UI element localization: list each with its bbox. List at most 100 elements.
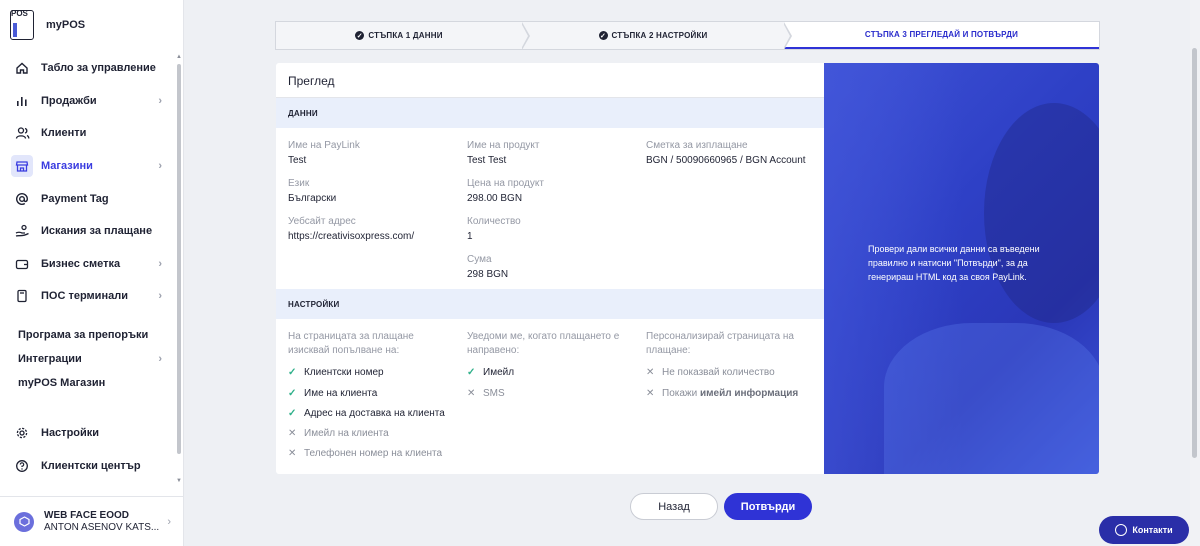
chevron-right-icon: ›: [158, 290, 162, 303]
company-avatar-icon: [14, 511, 34, 532]
option-client-phone: ✕ Телефонен номер на клиента: [288, 448, 443, 459]
step-review[interactable]: СТЪПКА 3 ПРЕГЛЕДАЙ И ПОТВЪРДИ: [784, 22, 1099, 49]
option-client-name: ✓ Име на клиента: [288, 388, 378, 399]
users-icon: [14, 125, 30, 141]
sidebar-nav: Табло за управление Продажби › Клиенти М…: [0, 52, 176, 482]
company-name: WEB FACE EOOD: [44, 509, 130, 521]
sidebar-scrollbar[interactable]: [177, 64, 181, 454]
option-client-email: ✕ Имейл на клиента: [288, 428, 389, 439]
sidebar-item-clients[interactable]: Клиенти: [0, 117, 176, 150]
sidebar-item-business-account[interactable]: Бизнес сметка ›: [0, 248, 176, 281]
scroll-down-icon[interactable]: ▼: [176, 478, 182, 484]
step-label: СТЪПКА 2 НАСТРОЙКИ: [611, 31, 708, 40]
sidebar-item-label: Клиенти: [41, 127, 87, 140]
check-icon: ✓: [288, 367, 297, 378]
chevron-right-icon: ›: [158, 352, 162, 365]
chat-icon: [1115, 524, 1128, 536]
wallet-icon: [14, 256, 30, 272]
sidebar-item-label: Бизнес сметка: [41, 257, 121, 270]
review-title: Преглед: [288, 74, 335, 88]
option-notify-sms: ✕ SMS: [467, 388, 505, 399]
sidebar-item-label: Payment Tag: [41, 192, 109, 205]
back-button[interactable]: Назад: [630, 493, 718, 520]
terminal-icon: [14, 288, 30, 304]
chevron-right-icon: ›: [158, 257, 162, 270]
sidebar-item-label: Програма за препоръки: [18, 328, 149, 341]
option-client-number: ✓ Клиентски номер: [288, 367, 384, 378]
brand[interactable]: POS myPOS: [10, 9, 86, 40]
field-website: Уебсайт адрес https://creativisoxpress.c…: [288, 216, 415, 242]
gear-icon: [14, 425, 30, 441]
at-sign-icon: [14, 191, 30, 207]
close-icon: ✕: [467, 388, 476, 399]
sidebar-item-sales[interactable]: Продажби ›: [0, 85, 176, 118]
sidebar-item-settings[interactable]: Настройки: [0, 417, 176, 450]
sidebar-item-label: myPOS Магазин: [18, 376, 106, 389]
contacts-label: Контакти: [1132, 525, 1173, 535]
sidebar-item-mypos-store[interactable]: myPOS Магазин: [0, 371, 176, 395]
sidebar-item-label: Клиентски център: [41, 459, 141, 472]
sidebar-item-help-center[interactable]: Клиентски център: [0, 449, 176, 482]
field-quantity: Количество 1: [467, 216, 521, 242]
sidebar-item-label: Интеграции: [18, 352, 82, 365]
sidebar-item-label: Настройки: [41, 427, 100, 440]
close-icon: ✕: [288, 428, 297, 439]
sidebar-item-referral[interactable]: Програма за препоръки: [0, 323, 176, 347]
sidebar-item-pos-terminals[interactable]: ПОС терминали ›: [0, 280, 176, 313]
option-show-email-info: ✕ Покажи имейл информация: [646, 388, 799, 399]
required-fields-heading: На страницата за плащане изисквай попълв…: [288, 331, 414, 356]
close-icon: ✕: [646, 367, 655, 378]
sidebar-item-label: Продажби: [41, 94, 97, 107]
field-payment-account: Сметка за изплащане BGN / 50090660965 / …: [646, 140, 806, 166]
check-circle-icon: ✓: [355, 31, 365, 40]
wizard-stepper: ✓ СТЪПКА 1 ДАННИ ✓ СТЪПКА 2 НАСТРОЙКИ СТ…: [275, 21, 1100, 50]
brand-name: myPOS: [46, 19, 86, 31]
option-hide-quantity: ✕ Не показвай количество: [646, 367, 775, 378]
confirm-button[interactable]: Потвърди: [724, 493, 812, 520]
store-icon: [11, 155, 33, 178]
field-language: Език Български: [288, 178, 337, 204]
chevron-right-icon: ›: [167, 515, 171, 528]
field-product-price: Цена на продукт 298.00 BGN: [467, 178, 544, 204]
check-icon: ✓: [288, 388, 297, 399]
close-icon: ✕: [646, 388, 655, 399]
sidebar-item-dashboard[interactable]: Табло за управление: [0, 52, 176, 85]
contacts-button[interactable]: Контакти: [1099, 516, 1189, 544]
data-section-header: ДАННИ: [276, 98, 824, 128]
check-icon: ✓: [288, 408, 297, 419]
review-card: Преглед ДАННИ Име на PayLink Test Език Б…: [276, 63, 824, 474]
bar-chart-icon: [14, 93, 30, 109]
option-notify-email: ✓ Имейл: [467, 367, 515, 378]
account-switcher[interactable]: WEB FACE EOOD ANTON ASENOV KATS... ›: [0, 496, 183, 546]
sidebar-item-payment-tag[interactable]: Payment Tag: [0, 182, 176, 215]
sidebar-item-integrations[interactable]: Интеграции ›: [0, 347, 176, 371]
sidebar-item-payment-requests[interactable]: Искания за плащане: [0, 215, 176, 248]
chevron-right-icon: ›: [158, 94, 162, 107]
close-icon: ✕: [288, 448, 297, 459]
step-settings[interactable]: ✓ СТЪПКА 2 НАСТРОЙКИ: [522, 22, 792, 50]
option-delivery-address: ✓ Адрес на доставка на клиента: [288, 408, 445, 419]
notify-heading: Уведоми ме, когато плащането е направено…: [467, 331, 620, 356]
page-scrollbar[interactable]: [1190, 0, 1200, 546]
page-scroll-thumb[interactable]: [1192, 48, 1197, 458]
mypos-logo-icon: POS: [10, 9, 34, 40]
scroll-up-icon[interactable]: ▲: [176, 54, 182, 60]
info-banner-text: Провери дали всички данни са въведени пр…: [868, 244, 1040, 282]
customize-heading: Персонализирай страницата на плащане:: [646, 331, 794, 356]
step-data[interactable]: ✓ СТЪПКА 1 ДАННИ: [276, 22, 530, 50]
check-circle-icon: ✓: [598, 31, 608, 40]
sidebar-item-label: Искания за плащане: [41, 225, 153, 238]
home-icon: [14, 60, 30, 76]
sidebar-item-stores[interactable]: Магазини ›: [0, 150, 176, 183]
sidebar-item-label: Табло за управление: [41, 62, 156, 75]
settings-section-header: НАСТРОЙКИ: [276, 289, 824, 319]
check-icon: ✓: [467, 367, 476, 378]
field-amount: Сума 298 BGN: [467, 254, 509, 280]
field-product-name: Име на продукт Test Test: [467, 140, 540, 166]
user-name: ANTON ASENOV KATS...: [44, 521, 160, 533]
sidebar-item-label: Магазини: [41, 160, 93, 173]
help-icon: [14, 458, 30, 474]
sidebar: POS myPOS Табло за управление Продажби ›…: [0, 0, 184, 546]
step-label: СТЪПКА 1 ДАННИ: [368, 31, 443, 40]
hand-money-icon: [14, 223, 30, 239]
